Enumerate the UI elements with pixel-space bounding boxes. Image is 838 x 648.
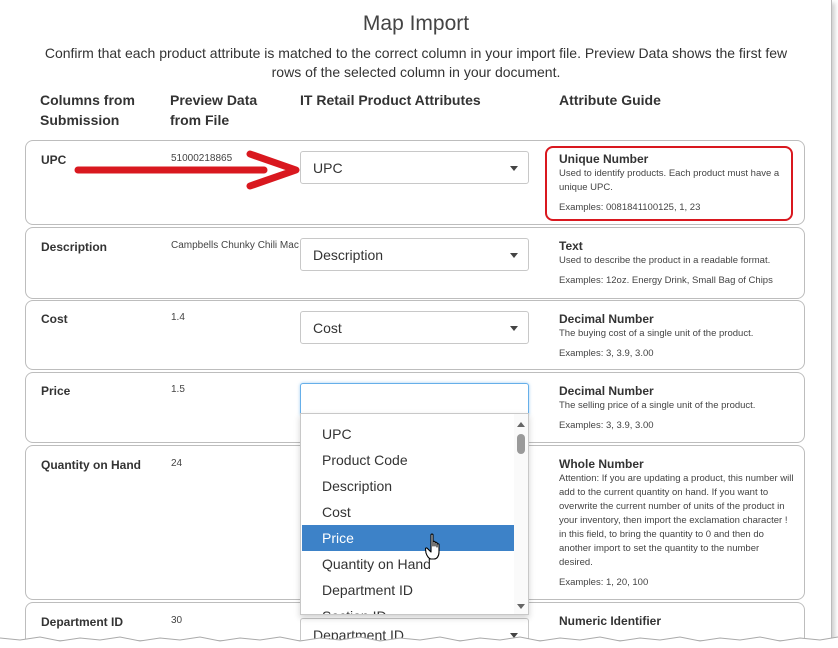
attribute-guide: Numeric Identifier bbox=[559, 614, 662, 628]
dropdown-option-price[interactable]: Price bbox=[302, 525, 514, 551]
attribute-guide: Decimal Number The buying cost of a sing… bbox=[559, 312, 754, 359]
chevron-down-icon bbox=[510, 326, 518, 331]
dropdown-option-upc[interactable]: UPC bbox=[302, 421, 514, 447]
dropdown-option-section-id[interactable]: Section ID bbox=[302, 603, 514, 614]
scroll-down-icon[interactable] bbox=[517, 604, 525, 609]
dropdown-option-cost[interactable]: Cost bbox=[302, 499, 514, 525]
attribute-guide: Text Used to describe the product in a r… bbox=[559, 239, 773, 286]
row-preview: 1.4 bbox=[171, 312, 185, 323]
row-preview: 30 bbox=[171, 615, 183, 626]
dropdown-option-description[interactable]: Description bbox=[302, 473, 514, 499]
row-label: Description bbox=[41, 240, 108, 254]
dropdown-scrollbar[interactable] bbox=[514, 414, 528, 614]
torn-edge-decoration bbox=[0, 636, 838, 648]
hand-pointer-icon bbox=[425, 533, 440, 560]
row-label: UPC bbox=[41, 153, 67, 167]
row-label: Quantity on Hand bbox=[41, 458, 141, 472]
scrollbar-thumb[interactable] bbox=[517, 434, 525, 454]
row-label: Cost bbox=[41, 312, 68, 326]
scroll-up-icon[interactable] bbox=[517, 422, 525, 427]
dropdown-option-department-id[interactable]: Department ID bbox=[302, 577, 514, 603]
chevron-down-icon bbox=[510, 166, 518, 171]
column-header-submission: Columns from Submission bbox=[40, 92, 135, 128]
row-preview: Campbells Chunky Chili Mac, bbox=[171, 240, 299, 251]
row-label: Department ID bbox=[41, 615, 124, 629]
mapping-row-description: Description Campbells Chunky Chili Mac, … bbox=[25, 227, 805, 299]
chevron-down-icon bbox=[510, 253, 518, 258]
red-arrow-icon bbox=[74, 150, 300, 190]
dropdown-option-quantity-on-hand[interactable]: Quantity on Hand bbox=[302, 551, 514, 577]
attribute-dropdown-list[interactable]: UPC Product Code Description Cost Price … bbox=[300, 413, 529, 615]
map-import-window: Map Import Confirm that each product att… bbox=[0, 0, 832, 640]
attribute-guide: Whole Number Attention: If you are updat… bbox=[559, 457, 794, 588]
attribute-select-description[interactable]: Description bbox=[300, 238, 529, 271]
column-header-guide: Attribute Guide bbox=[559, 92, 661, 108]
attribute-select-price[interactable] bbox=[300, 383, 529, 416]
dropdown-option-product-code[interactable]: Product Code bbox=[302, 447, 514, 473]
mapping-row-cost: Cost 1.4 Cost Decimal Number The buying … bbox=[25, 300, 805, 370]
column-header-preview: Preview Data from File bbox=[170, 92, 258, 128]
attribute-select-upc[interactable]: UPC bbox=[300, 151, 529, 184]
annotation-highlight-box bbox=[545, 146, 793, 221]
attribute-select-cost[interactable]: Cost bbox=[300, 311, 529, 344]
row-label: Price bbox=[41, 384, 71, 398]
page-subtitle: Confirm that each product attribute is m… bbox=[44, 45, 788, 80]
column-header-attributes: IT Retail Product Attributes bbox=[300, 92, 481, 108]
attribute-guide: Decimal Number The selling price of a si… bbox=[559, 384, 756, 431]
page-title: Map Import bbox=[362, 12, 470, 35]
row-preview: 1.5 bbox=[171, 384, 185, 395]
row-preview: 24 bbox=[171, 458, 183, 469]
